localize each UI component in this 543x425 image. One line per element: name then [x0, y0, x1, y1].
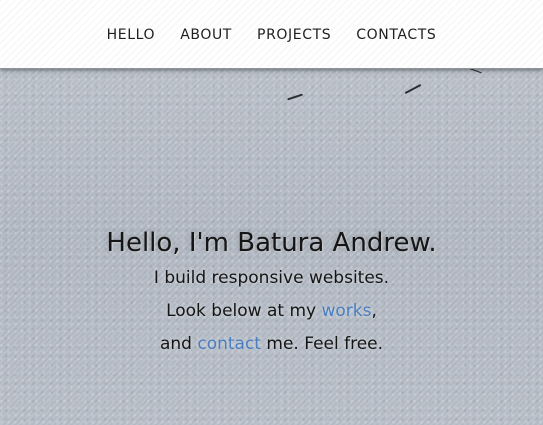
hero-line-2: Look below at my works,: [0, 295, 543, 328]
nav-menu: HELLO ABOUT PROJECTS CONTACTS: [0, 27, 543, 43]
hero-line-3-suffix: me. Feel free.: [260, 334, 384, 354]
navbar: HELLO ABOUT PROJECTS CONTACTS: [0, 0, 543, 69]
nav-link-contacts[interactable]: CONTACTS: [356, 27, 436, 43]
hero-title: Hello, I'm Batura Andrew.: [106, 228, 437, 258]
hero-section: Hello, I'm Batura Andrew. I build respon…: [0, 228, 543, 361]
contact-link[interactable]: contact: [197, 334, 261, 354]
nav-link-about[interactable]: ABOUT: [180, 27, 232, 43]
hero-line-3-prefix: and: [159, 334, 198, 354]
works-link[interactable]: works: [322, 301, 372, 321]
nav-link-projects[interactable]: PROJECTS: [257, 27, 331, 43]
page: HELLO ABOUT PROJECTS CONTACTS Hello, I'm…: [0, 0, 543, 425]
hero-line-3: and contact me. Feel free.: [0, 328, 543, 361]
background-scratch: [287, 93, 303, 101]
nav-link-hello[interactable]: HELLO: [107, 27, 156, 43]
hero-line-2-prefix: Look below at my: [166, 301, 322, 321]
hero-line-1: I build responsive websites.: [153, 268, 390, 288]
hero-line-2-suffix: ,: [371, 301, 377, 321]
background-scratch: [404, 83, 422, 95]
